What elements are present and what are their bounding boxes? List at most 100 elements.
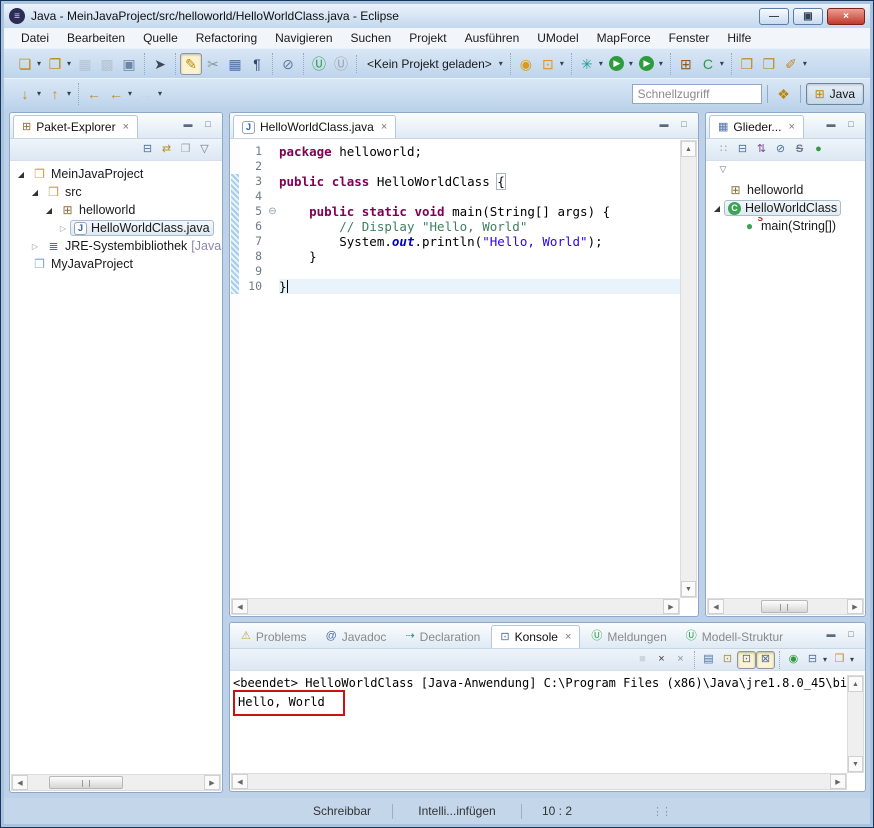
code-line-3[interactable]: 3public class HelloWorldClass { (240, 174, 680, 189)
maximize-view-icon[interactable]: □ (843, 627, 859, 641)
menu-navigieren[interactable]: Navigieren (266, 29, 341, 47)
menu-refactoring[interactable]: Refactoring (187, 29, 266, 47)
scrollbar-thumb[interactable] (49, 776, 123, 789)
dropdown-arrow-icon[interactable]: ▾ (629, 59, 633, 68)
new-java-element-icon[interactable]: ❐ (44, 53, 66, 75)
new-java-package-icon[interactable]: ⊞ (675, 53, 697, 75)
open-console-icon[interactable]: ❒ (830, 651, 849, 669)
dropdown-arrow-icon[interactable]: ▾ (659, 59, 663, 68)
scroll-lock-icon[interactable]: ⊡ (718, 651, 737, 669)
close-icon[interactable]: × (379, 121, 387, 133)
code-line-2[interactable]: 2 (240, 159, 680, 174)
tab-declaration[interactable]: ⇢Declaration (397, 625, 488, 648)
scroll-down-icon[interactable]: ▼ (848, 756, 863, 772)
tree-item-jre-systembibliothek[interactable]: ▷≣JRE-Systembibliothek [JavaS (10, 237, 222, 255)
tree-item-main-string[interactable]: ●Smain(String[]) (706, 217, 865, 235)
dropdown-arrow-icon[interactable]: ▾ (720, 59, 724, 68)
link-with-editor-icon[interactable]: ⇄ (157, 141, 176, 159)
hide-non-public-icon[interactable]: ● (809, 141, 828, 159)
menu-datei[interactable]: Datei (12, 29, 58, 47)
menu-ausf-hren[interactable]: Ausführen (456, 29, 529, 47)
open-mapping-icon[interactable]: ❒ (736, 53, 758, 75)
menu-fenster[interactable]: Fenster (660, 29, 719, 47)
minimize-view-icon[interactable]: ▬ (180, 117, 196, 131)
remove-all-terminated-icon[interactable]: × (671, 651, 690, 669)
status-drag-handle[interactable]: ⋮⋮ (652, 805, 670, 818)
dropdown-arrow-icon[interactable]: ▾ (67, 89, 71, 98)
run-icon[interactable]: ▶ (606, 53, 628, 75)
menu-mapforce[interactable]: MapForce (588, 29, 660, 47)
scroll-left-icon[interactable]: ◀ (232, 599, 248, 614)
menu-quelle[interactable]: Quelle (134, 29, 187, 47)
menu-suchen[interactable]: Suchen (342, 29, 401, 47)
console-output-area[interactable]: <beendet> HelloWorldClass [Java-Anwendun… (231, 674, 847, 773)
maximize-view-icon[interactable]: □ (843, 117, 859, 131)
maximize-view-icon[interactable]: □ (200, 117, 216, 131)
scroll-up-icon[interactable]: ▲ (848, 676, 863, 692)
open-perspective-icon[interactable]: ❖ (773, 83, 795, 105)
new-java-class-icon[interactable]: C (697, 53, 719, 75)
fold-collapse-icon[interactable]: ⊖ (266, 204, 279, 219)
tab-meldungen[interactable]: ⓊMeldungen (583, 625, 674, 648)
horizontal-scrollbar[interactable]: ◀ ▶ (707, 598, 864, 615)
package-explorer-tab[interactable]: ⊞ Paket-Explorer × (13, 115, 138, 138)
view-menu-icon[interactable]: ❐ (176, 141, 195, 159)
tree-item-helloworldclass[interactable]: ◢CHelloWorldClass (706, 199, 865, 217)
java-perspective-button[interactable]: ⊞ Java (806, 83, 864, 105)
external-tools-icon[interactable]: ▶ (636, 53, 658, 75)
generate-code-icon[interactable]: ➤ (149, 53, 171, 75)
tab-problems[interactable]: ⚠Problems (233, 625, 315, 648)
minimize-view-icon[interactable]: ▬ (823, 627, 839, 641)
tree-item-src[interactable]: ◢❒src (10, 183, 222, 201)
umodel-help-icon[interactable]: Ⓤ (308, 53, 330, 75)
close-icon[interactable]: × (563, 631, 571, 643)
title-bar[interactable]: ≡ Java - MeinJavaProject/src/helloworld/… (4, 4, 870, 28)
mark-occurrences-icon[interactable]: ✎ (180, 53, 202, 75)
editor-tab[interactable]: J HelloWorldClass.java × (233, 115, 396, 138)
hide-static-icon[interactable]: S (790, 141, 809, 159)
expanded-arrow-icon[interactable]: ◢ (14, 170, 28, 179)
code-line-4[interactable]: 4 (240, 189, 680, 204)
vertical-scrollbar[interactable]: ▲ ▼ (847, 675, 864, 773)
code-line-6[interactable]: 6 // Display "Hello, World" (240, 219, 680, 234)
new-wizard-icon[interactable]: ❏ (14, 53, 36, 75)
expanded-arrow-icon[interactable]: ◢ (28, 188, 42, 197)
code-editor[interactable]: 1package helloworld;23public class Hello… (231, 140, 680, 598)
scroll-left-icon[interactable]: ◀ (232, 774, 248, 789)
tree-item-helloworldclass-java[interactable]: ▷JHelloWorldClass.java (10, 219, 222, 237)
dropdown-arrow-icon[interactable]: ▾ (67, 59, 71, 68)
dropdown-arrow-icon[interactable]: ▾ (599, 59, 603, 68)
scrollbar-thumb[interactable] (761, 600, 808, 613)
show-stderr-icon[interactable]: ⊠ (756, 651, 775, 669)
back-icon[interactable]: ← (105, 83, 127, 105)
collapse-all-icon[interactable]: ⊟ (138, 141, 157, 159)
previous-annotation-icon[interactable]: ↑ (44, 83, 66, 105)
format-brush-icon[interactable]: ✐ (780, 53, 802, 75)
collapse-all-icon[interactable]: ⊟ (733, 141, 752, 159)
tree-item-meinjavaproject[interactable]: ◢❒MeinJavaProject (10, 165, 222, 183)
tab-konsole[interactable]: ⊡Konsole× (491, 625, 580, 648)
vertical-scrollbar[interactable]: ▲ ▼ (680, 140, 697, 598)
minimize-view-icon[interactable]: ▬ (656, 117, 672, 131)
scroll-down-icon[interactable]: ▼ (681, 581, 696, 597)
menu-bearbeiten[interactable]: Bearbeiten (58, 29, 134, 47)
code-line-7[interactable]: 7 System.out.println("Hello, World"); (240, 234, 680, 249)
dropdown-arrow-icon[interactable]: ▾ (128, 89, 132, 98)
view-menu-arrow-icon[interactable]: ▽ (195, 141, 214, 159)
open-folder-icon[interactable]: ❒ (758, 53, 780, 75)
scroll-right-icon[interactable]: ▶ (830, 774, 846, 789)
dropdown-arrow-icon[interactable]: ▾ (37, 59, 41, 68)
collapsed-arrow-icon[interactable]: ▷ (56, 224, 70, 233)
dropdown-arrow-icon[interactable]: ▾ (803, 59, 807, 68)
debug-icon[interactable]: ✳ (576, 53, 598, 75)
close-icon[interactable]: × (786, 121, 794, 133)
close-icon[interactable]: × (121, 121, 129, 133)
tree-item-myjavaproject[interactable]: ❒MyJavaProject (10, 255, 222, 273)
tree-item-helloworld[interactable]: ⊞helloworld (706, 181, 865, 199)
hide-fields-icon[interactable]: ⊘ (771, 141, 790, 159)
menu-hilfe[interactable]: Hilfe (718, 29, 760, 47)
scroll-right-icon[interactable]: ▶ (663, 599, 679, 614)
dropdown-arrow-icon[interactable]: ▾ (158, 89, 162, 98)
code-line-5[interactable]: 5⊖ public static void main(String[] args… (240, 204, 680, 219)
remove-launch-icon[interactable]: × (652, 651, 671, 669)
